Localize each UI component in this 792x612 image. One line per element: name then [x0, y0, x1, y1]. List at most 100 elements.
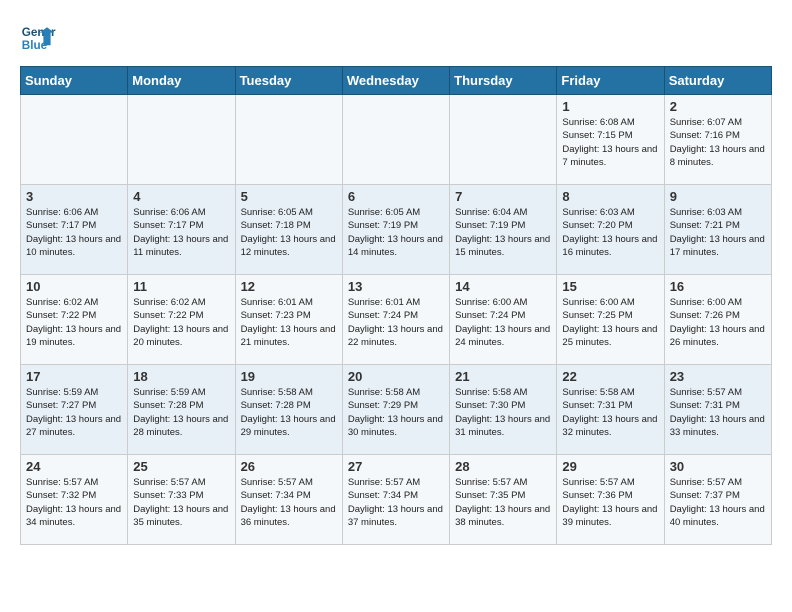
calendar-cell: 18 Sunrise: 5:59 AM Sunset: 7:28 PM Dayli…	[128, 365, 235, 455]
cell-info: Sunrise: 6:05 AM Sunset: 7:18 PM Dayligh…	[241, 206, 337, 259]
calendar-cell: 19 Sunrise: 5:58 AM Sunset: 7:28 PM Dayli…	[235, 365, 342, 455]
cell-info: Sunrise: 5:58 AM Sunset: 7:29 PM Dayligh…	[348, 386, 444, 439]
calendar-week-row: 24 Sunrise: 5:57 AM Sunset: 7:32 PM Dayli…	[21, 455, 772, 545]
day-number: 10	[26, 279, 122, 294]
day-number: 12	[241, 279, 337, 294]
cell-info: Sunrise: 5:57 AM Sunset: 7:32 PM Dayligh…	[26, 476, 122, 529]
cell-info: Sunrise: 5:57 AM Sunset: 7:34 PM Dayligh…	[241, 476, 337, 529]
cell-info: Sunrise: 5:58 AM Sunset: 7:31 PM Dayligh…	[562, 386, 658, 439]
cell-info: Sunrise: 6:00 AM Sunset: 7:26 PM Dayligh…	[670, 296, 766, 349]
calendar-cell	[235, 95, 342, 185]
calendar-week-row: 17 Sunrise: 5:59 AM Sunset: 7:27 PM Dayli…	[21, 365, 772, 455]
svg-text:General: General	[22, 26, 56, 39]
calendar-week-row: 3 Sunrise: 6:06 AM Sunset: 7:17 PM Daylig…	[21, 185, 772, 275]
calendar-cell: 20 Sunrise: 5:58 AM Sunset: 7:29 PM Dayli…	[342, 365, 449, 455]
day-number: 8	[562, 189, 658, 204]
weekday-header: Wednesday	[342, 67, 449, 95]
cell-info: Sunrise: 6:06 AM Sunset: 7:17 PM Dayligh…	[133, 206, 229, 259]
calendar-cell: 23 Sunrise: 5:57 AM Sunset: 7:31 PM Dayli…	[664, 365, 771, 455]
day-number: 20	[348, 369, 444, 384]
day-number: 3	[26, 189, 122, 204]
calendar-table: SundayMondayTuesdayWednesdayThursdayFrid…	[20, 66, 772, 545]
day-number: 5	[241, 189, 337, 204]
calendar-week-row: 1 Sunrise: 6:08 AM Sunset: 7:15 PM Daylig…	[21, 95, 772, 185]
calendar-cell: 12 Sunrise: 6:01 AM Sunset: 7:23 PM Dayli…	[235, 275, 342, 365]
day-number: 23	[670, 369, 766, 384]
calendar-cell: 5 Sunrise: 6:05 AM Sunset: 7:18 PM Daylig…	[235, 185, 342, 275]
weekday-header: Sunday	[21, 67, 128, 95]
day-number: 27	[348, 459, 444, 474]
calendar-cell: 9 Sunrise: 6:03 AM Sunset: 7:21 PM Daylig…	[664, 185, 771, 275]
calendar-cell: 15 Sunrise: 6:00 AM Sunset: 7:25 PM Dayli…	[557, 275, 664, 365]
cell-info: Sunrise: 5:57 AM Sunset: 7:33 PM Dayligh…	[133, 476, 229, 529]
cell-info: Sunrise: 6:02 AM Sunset: 7:22 PM Dayligh…	[26, 296, 122, 349]
day-number: 6	[348, 189, 444, 204]
calendar-cell: 17 Sunrise: 5:59 AM Sunset: 7:27 PM Dayli…	[21, 365, 128, 455]
page-header: General Blue	[20, 20, 772, 56]
calendar-cell: 8 Sunrise: 6:03 AM Sunset: 7:20 PM Daylig…	[557, 185, 664, 275]
calendar-cell: 27 Sunrise: 5:57 AM Sunset: 7:34 PM Dayli…	[342, 455, 449, 545]
cell-info: Sunrise: 6:06 AM Sunset: 7:17 PM Dayligh…	[26, 206, 122, 259]
calendar-cell: 28 Sunrise: 5:57 AM Sunset: 7:35 PM Dayli…	[450, 455, 557, 545]
cell-info: Sunrise: 5:57 AM Sunset: 7:36 PM Dayligh…	[562, 476, 658, 529]
cell-info: Sunrise: 5:58 AM Sunset: 7:28 PM Dayligh…	[241, 386, 337, 439]
weekday-header: Tuesday	[235, 67, 342, 95]
calendar-cell: 24 Sunrise: 5:57 AM Sunset: 7:32 PM Dayli…	[21, 455, 128, 545]
calendar-cell: 3 Sunrise: 6:06 AM Sunset: 7:17 PM Daylig…	[21, 185, 128, 275]
day-number: 24	[26, 459, 122, 474]
cell-info: Sunrise: 5:58 AM Sunset: 7:30 PM Dayligh…	[455, 386, 551, 439]
day-number: 15	[562, 279, 658, 294]
cell-info: Sunrise: 6:04 AM Sunset: 7:19 PM Dayligh…	[455, 206, 551, 259]
calendar-cell: 1 Sunrise: 6:08 AM Sunset: 7:15 PM Daylig…	[557, 95, 664, 185]
day-number: 11	[133, 279, 229, 294]
day-number: 7	[455, 189, 551, 204]
cell-info: Sunrise: 6:08 AM Sunset: 7:15 PM Dayligh…	[562, 116, 658, 169]
cell-info: Sunrise: 6:00 AM Sunset: 7:25 PM Dayligh…	[562, 296, 658, 349]
cell-info: Sunrise: 5:57 AM Sunset: 7:35 PM Dayligh…	[455, 476, 551, 529]
calendar-body: 1 Sunrise: 6:08 AM Sunset: 7:15 PM Daylig…	[21, 95, 772, 545]
weekday-header: Monday	[128, 67, 235, 95]
day-number: 1	[562, 99, 658, 114]
calendar-cell: 4 Sunrise: 6:06 AM Sunset: 7:17 PM Daylig…	[128, 185, 235, 275]
day-number: 4	[133, 189, 229, 204]
logo-icon: General Blue	[20, 20, 56, 56]
cell-info: Sunrise: 5:59 AM Sunset: 7:27 PM Dayligh…	[26, 386, 122, 439]
calendar-cell: 2 Sunrise: 6:07 AM Sunset: 7:16 PM Daylig…	[664, 95, 771, 185]
day-number: 9	[670, 189, 766, 204]
calendar-cell	[342, 95, 449, 185]
day-number: 30	[670, 459, 766, 474]
calendar-cell	[450, 95, 557, 185]
cell-info: Sunrise: 5:57 AM Sunset: 7:37 PM Dayligh…	[670, 476, 766, 529]
cell-info: Sunrise: 5:59 AM Sunset: 7:28 PM Dayligh…	[133, 386, 229, 439]
day-number: 2	[670, 99, 766, 114]
calendar-cell: 11 Sunrise: 6:02 AM Sunset: 7:22 PM Dayli…	[128, 275, 235, 365]
day-number: 26	[241, 459, 337, 474]
calendar-cell: 30 Sunrise: 5:57 AM Sunset: 7:37 PM Dayli…	[664, 455, 771, 545]
cell-info: Sunrise: 6:02 AM Sunset: 7:22 PM Dayligh…	[133, 296, 229, 349]
day-number: 29	[562, 459, 658, 474]
cell-info: Sunrise: 6:03 AM Sunset: 7:20 PM Dayligh…	[562, 206, 658, 259]
calendar-cell: 7 Sunrise: 6:04 AM Sunset: 7:19 PM Daylig…	[450, 185, 557, 275]
cell-info: Sunrise: 5:57 AM Sunset: 7:31 PM Dayligh…	[670, 386, 766, 439]
day-number: 19	[241, 369, 337, 384]
calendar-cell: 29 Sunrise: 5:57 AM Sunset: 7:36 PM Dayli…	[557, 455, 664, 545]
day-number: 17	[26, 369, 122, 384]
calendar-cell: 14 Sunrise: 6:00 AM Sunset: 7:24 PM Dayli…	[450, 275, 557, 365]
cell-info: Sunrise: 6:00 AM Sunset: 7:24 PM Dayligh…	[455, 296, 551, 349]
day-number: 28	[455, 459, 551, 474]
calendar-cell: 25 Sunrise: 5:57 AM Sunset: 7:33 PM Dayli…	[128, 455, 235, 545]
weekday-header: Friday	[557, 67, 664, 95]
cell-info: Sunrise: 6:01 AM Sunset: 7:23 PM Dayligh…	[241, 296, 337, 349]
calendar-week-row: 10 Sunrise: 6:02 AM Sunset: 7:22 PM Dayli…	[21, 275, 772, 365]
calendar-cell	[128, 95, 235, 185]
calendar-cell: 6 Sunrise: 6:05 AM Sunset: 7:19 PM Daylig…	[342, 185, 449, 275]
day-number: 25	[133, 459, 229, 474]
cell-info: Sunrise: 6:05 AM Sunset: 7:19 PM Dayligh…	[348, 206, 444, 259]
calendar-header: SundayMondayTuesdayWednesdayThursdayFrid…	[21, 67, 772, 95]
cell-info: Sunrise: 5:57 AM Sunset: 7:34 PM Dayligh…	[348, 476, 444, 529]
cell-info: Sunrise: 6:07 AM Sunset: 7:16 PM Dayligh…	[670, 116, 766, 169]
day-number: 14	[455, 279, 551, 294]
calendar-cell: 13Sunrise: 6:01 AM Sunset: 7:24 PM Dayli…	[342, 275, 449, 365]
cell-info: Sunrise: 6:03 AM Sunset: 7:21 PM Dayligh…	[670, 206, 766, 259]
day-number: 18	[133, 369, 229, 384]
